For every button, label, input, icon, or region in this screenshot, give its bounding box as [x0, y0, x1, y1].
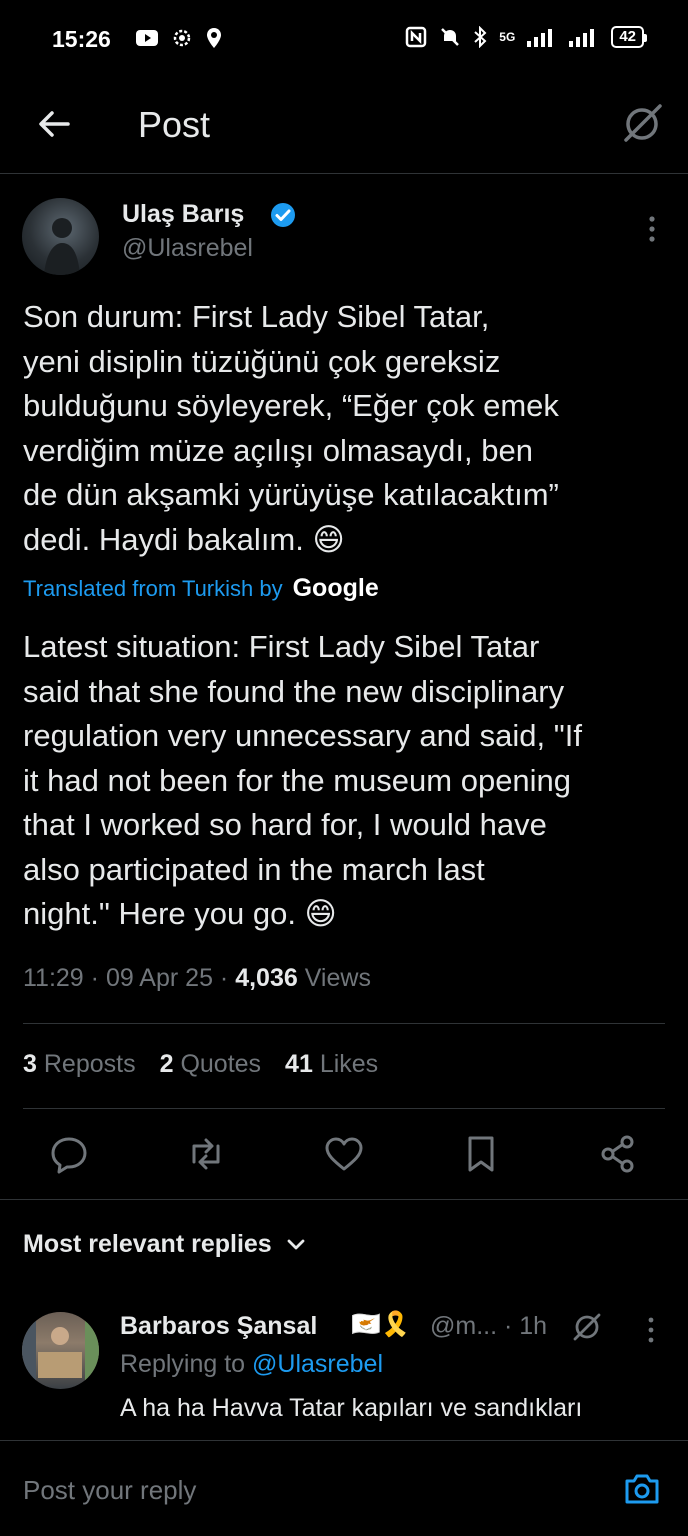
battery-indicator: 42: [611, 26, 647, 48]
app-notification-icon: [173, 29, 191, 47]
reply-author-handle[interactable]: @m...: [430, 1312, 497, 1340]
translated-text: Latest situation: First Lady Sibel Tatar…: [23, 629, 582, 931]
reply-item[interactable]: Barbaros Şansal 🇨🇾🎗️ @m... · 1h Replying…: [0, 1308, 688, 1438]
page-title: Post: [138, 104, 211, 145]
reply-author-name[interactable]: Barbaros Şansal: [120, 1312, 317, 1341]
reply-author-emojis: 🇨🇾🎗️: [351, 1311, 411, 1338]
author-handle[interactable]: @Ulasrebel: [122, 234, 253, 263]
reposts-stat[interactable]: 3 Reposts: [23, 1050, 136, 1079]
network-type: 5G: [499, 30, 516, 44]
signal-icon: [527, 29, 553, 47]
replying-to: Replying to @Ulasrebel: [120, 1350, 383, 1379]
signal-2-icon: [569, 29, 595, 47]
quotes-label: Quotes: [180, 1050, 262, 1078]
back-arrow-icon[interactable]: [34, 104, 74, 144]
reply-avatar[interactable]: [22, 1312, 99, 1389]
engagement-stats: 3 Reposts 2 Quotes 41 Likes: [23, 1050, 378, 1079]
replying-to-label: Replying to: [120, 1350, 246, 1378]
reply-input[interactable]: Post your reply: [23, 1475, 196, 1506]
bluetooth-icon: [474, 26, 487, 48]
youtube-icon: [136, 30, 158, 46]
reply-time: · 1h: [504, 1312, 548, 1340]
likes-count: 41: [285, 1050, 313, 1078]
nfc-icon: [406, 26, 427, 48]
status-time: 15:26: [52, 26, 111, 52]
post-date: 09 Apr 25: [105, 964, 213, 992]
divider: [23, 1023, 665, 1024]
replying-to-handle[interactable]: @Ulasrebel: [252, 1350, 383, 1378]
views-label: Views: [304, 964, 371, 992]
status-right-icons: 5G 42: [405, 26, 647, 48]
translated-label: Translated from Turkish by: [23, 575, 283, 601]
likes-stat[interactable]: 41 Likes: [285, 1050, 378, 1079]
status-left-icons: [136, 27, 222, 49]
reply-avatar-figure: [22, 1312, 99, 1389]
verified-badge-icon: [271, 203, 295, 227]
likes-label: Likes: [319, 1050, 379, 1078]
post-time: 11:29: [23, 964, 84, 992]
top-bar: Post: [0, 80, 688, 174]
more-options-icon[interactable]: [646, 214, 658, 244]
grok-icon[interactable]: [620, 102, 664, 146]
share-icon[interactable]: [596, 1132, 640, 1176]
reposts-count: 3: [23, 1050, 37, 1078]
views-count: 4,036: [235, 964, 298, 992]
bookmark-icon[interactable]: [459, 1132, 503, 1176]
reply-icon[interactable]: [47, 1132, 91, 1176]
quotes-stat[interactable]: 2 Quotes: [160, 1050, 261, 1079]
replies-sort-label: Most relevant replies: [23, 1230, 272, 1258]
post-author: Ulaş Barış @Ulasrebel: [0, 196, 688, 286]
reply-meta: @m... · 1h: [430, 1312, 547, 1341]
action-bar: [0, 1132, 688, 1182]
avatar-silhouette: [44, 218, 80, 275]
status-bar: 15:26 5G 42: [0, 0, 688, 80]
mute-icon: [441, 28, 460, 46]
divider: [23, 1108, 665, 1109]
more-options-icon[interactable]: [646, 1316, 656, 1344]
quotes-count: 2: [159, 1050, 174, 1078]
like-heart-icon[interactable]: [322, 1132, 366, 1176]
post-meta: 11:29 · 09 Apr 25 · 4,036 Views: [23, 964, 371, 992]
author-name[interactable]: Ulaş Barış: [122, 200, 244, 229]
translation-attribution[interactable]: Translated from Turkish by Google: [23, 574, 379, 603]
post-text: Son durum: First Lady Sibel Tatar, yeni …: [23, 299, 559, 557]
translator-name: Google: [292, 574, 379, 602]
grok-icon[interactable]: [570, 1310, 604, 1344]
camera-icon[interactable]: [622, 1469, 662, 1509]
author-avatar[interactable]: [22, 198, 99, 275]
chevron-down-icon: [287, 1239, 305, 1249]
reposts-label: Reposts: [43, 1050, 136, 1078]
reply-text: A ha ha Havva Tatar kapıları ve sandıkla…: [120, 1394, 583, 1422]
reply-composer: Post your reply: [0, 1440, 688, 1536]
replies-sort-dropdown[interactable]: Most relevant replies: [23, 1230, 306, 1259]
repost-icon[interactable]: [184, 1132, 228, 1176]
section-divider: [0, 1199, 688, 1200]
location-icon: [207, 28, 221, 48]
